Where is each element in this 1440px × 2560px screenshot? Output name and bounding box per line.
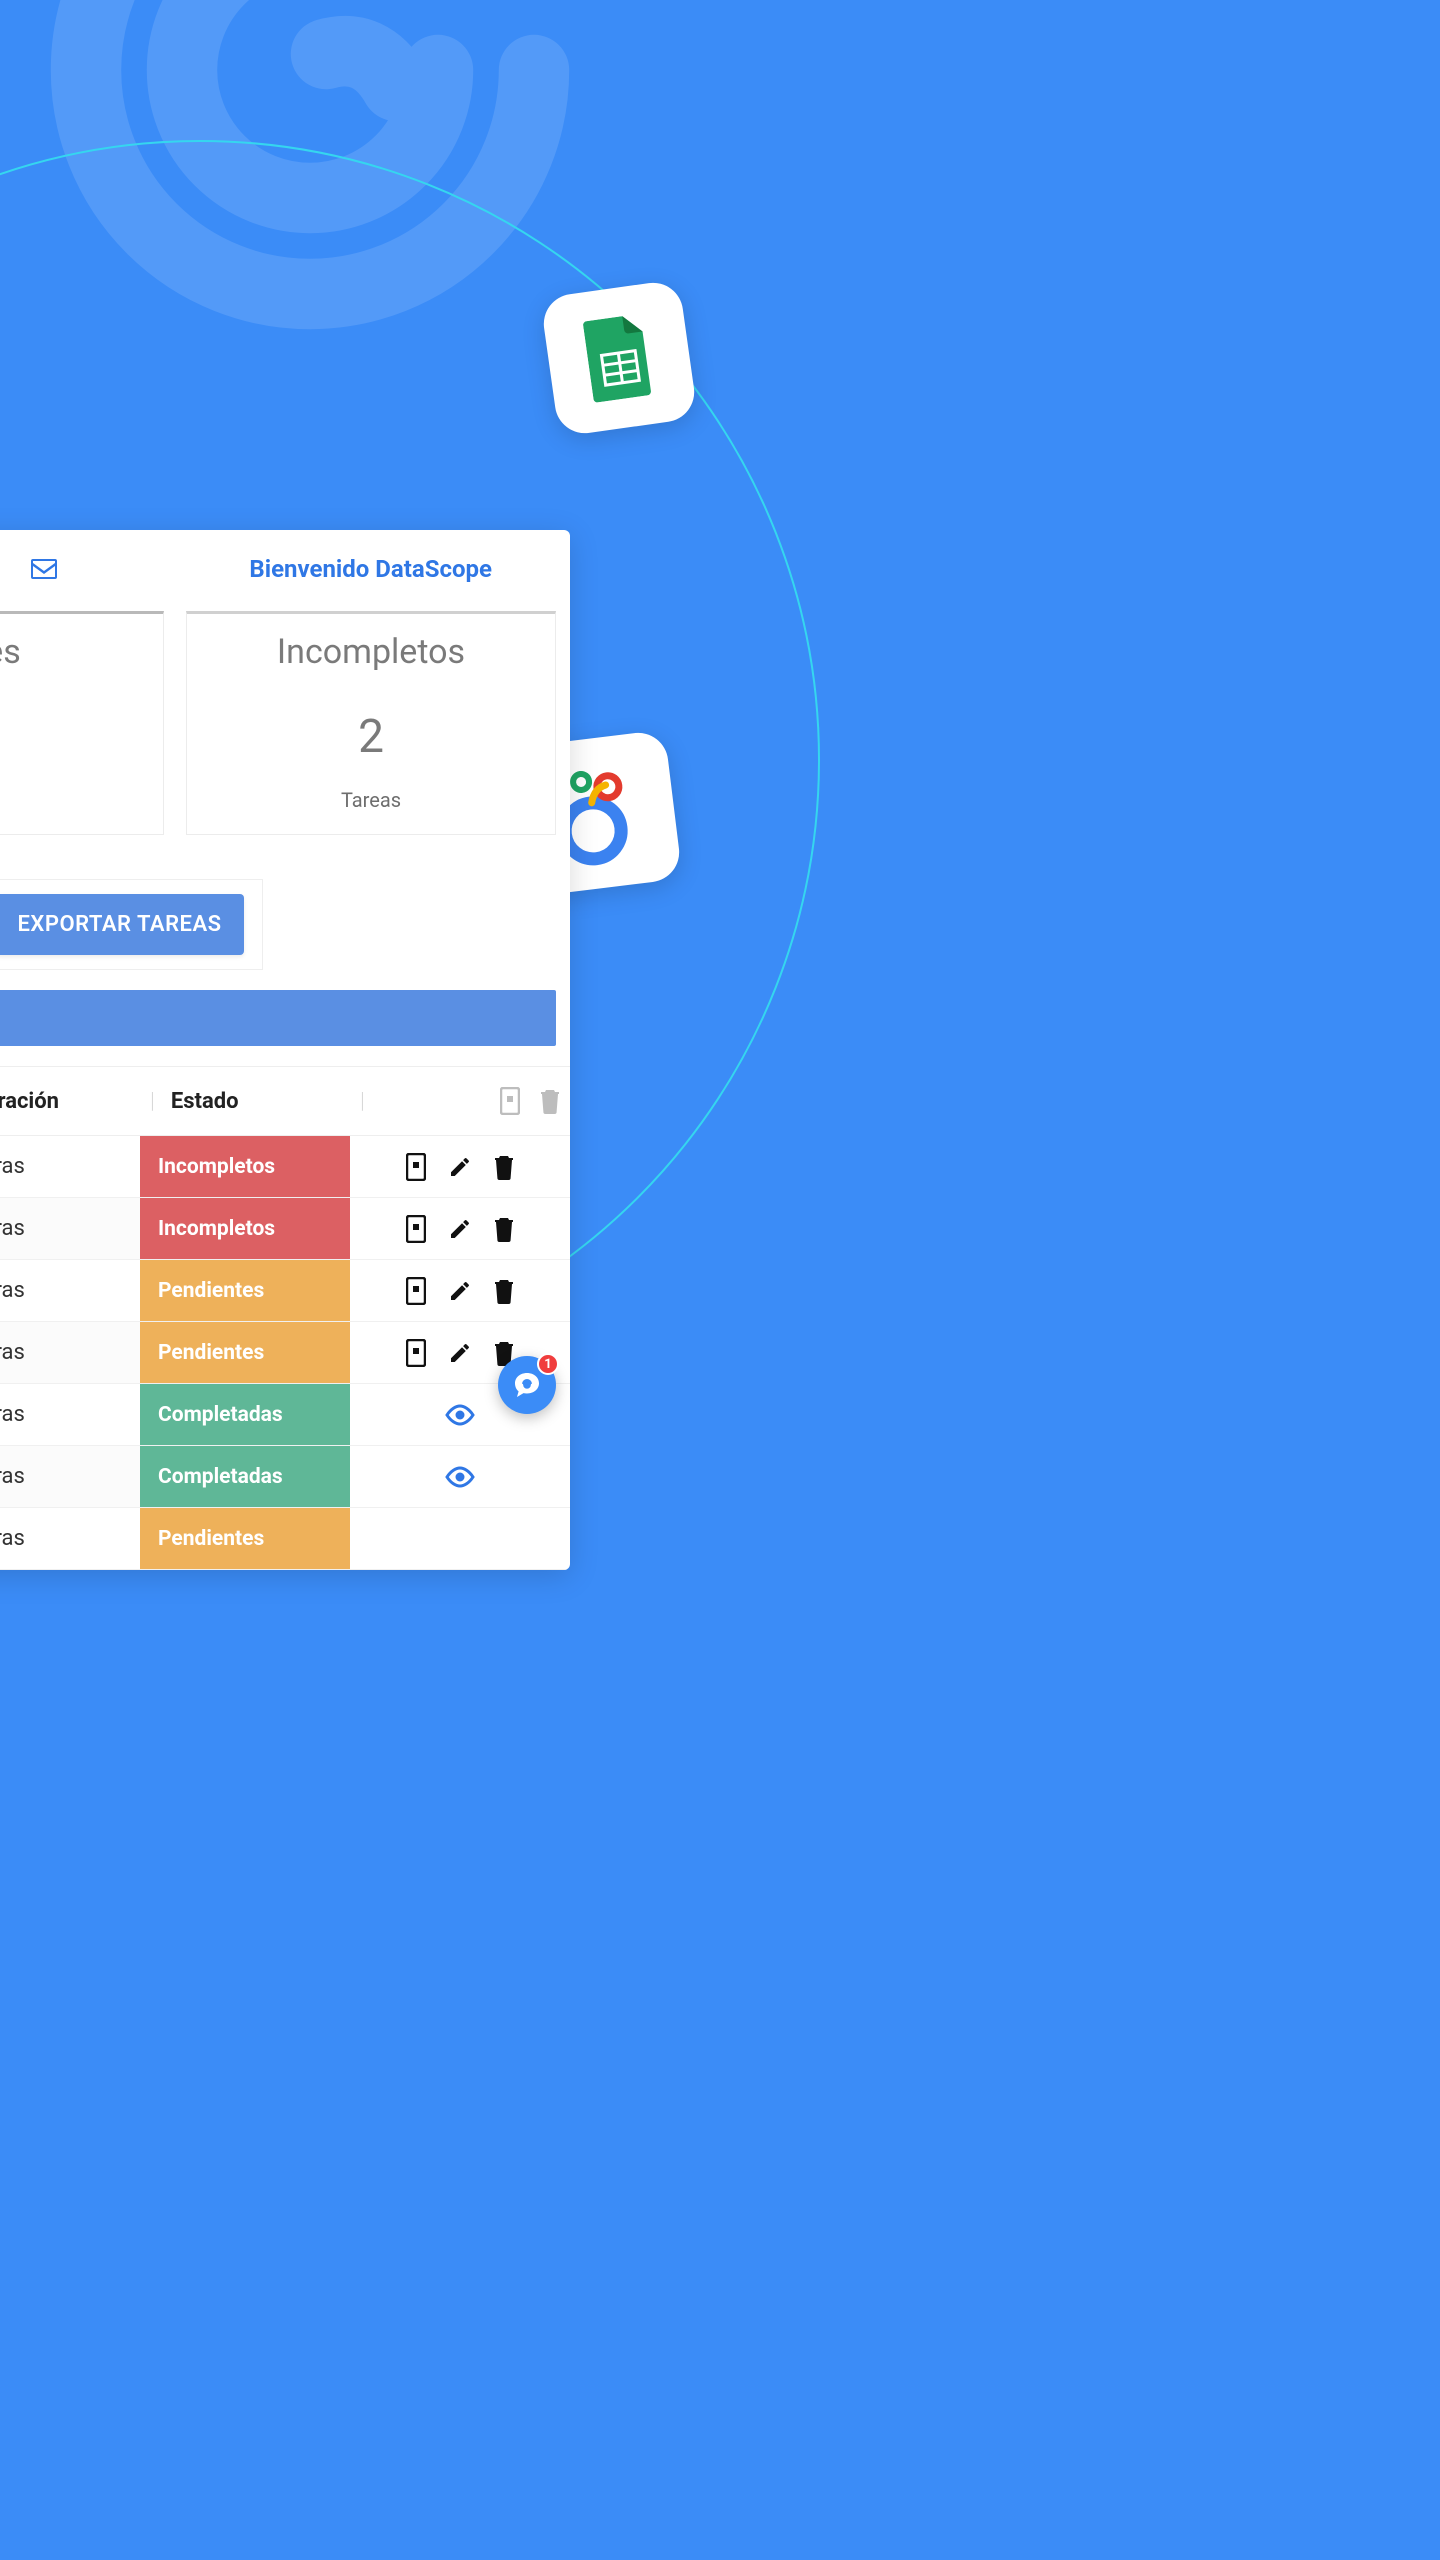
cell-status: Incompletos (140, 1136, 350, 1197)
card-incomplete-title: Incompletos (197, 632, 545, 672)
table-row: 4 horas Pendientes (0, 1260, 570, 1322)
device-icon[interactable] (406, 1215, 426, 1243)
table-header: |Duración |Estado | (0, 1067, 570, 1136)
google-sheets-icon (540, 279, 698, 437)
cell-duration: 4 horas (0, 1136, 140, 1197)
cell-duration: 5 horas (0, 1508, 140, 1569)
device-icon (500, 1087, 520, 1115)
device-icon[interactable] (406, 1339, 426, 1367)
trash-icon[interactable] (494, 1154, 514, 1180)
card-incomplete-value: 2 (197, 710, 545, 764)
cell-duration: 4 horas (0, 1384, 140, 1445)
card-incomplete: Incompletos 2 Tareas (186, 611, 556, 835)
card-pending: entes as (0, 611, 164, 835)
panel-topbar: esitas Ayuda? Bienvenido DataScope (0, 530, 570, 611)
view-icon[interactable] (445, 1466, 475, 1488)
edit-icon[interactable] (448, 1341, 472, 1365)
export-tasks-button[interactable]: EXPORTAR TAREAS (0, 894, 244, 955)
col-status: Estado (171, 1089, 239, 1114)
cell-duration: 1 horas (0, 1198, 140, 1259)
cell-status: Completadas (140, 1384, 350, 1445)
tasks-table: |Duración |Estado | 4 horas Incompletos … (0, 1066, 570, 1570)
table-row: 1 horas Incompletos (0, 1198, 570, 1260)
cell-status: Pendientes (140, 1260, 350, 1321)
device-icon[interactable] (406, 1277, 426, 1305)
trash-icon[interactable] (494, 1278, 514, 1304)
table-toolbar[interactable] (0, 990, 556, 1046)
mail-icon[interactable] (31, 559, 57, 579)
dashboard-panel: esitas Ayuda? Bienvenido DataScope entes… (0, 530, 570, 1570)
chat-badge: 1 (537, 1353, 559, 1375)
table-row: 4 horas Completadas (0, 1446, 570, 1508)
card-incomplete-sub: Tareas (197, 788, 545, 812)
card-pending-value (0, 710, 153, 764)
edit-icon[interactable] (448, 1217, 472, 1241)
cell-actions (350, 1260, 570, 1321)
trash-icon[interactable] (494, 1216, 514, 1242)
cell-duration: 4 horas (0, 1446, 140, 1507)
edit-icon[interactable] (448, 1279, 472, 1303)
col-duration: Duración (0, 1089, 59, 1114)
view-icon[interactable] (445, 1404, 475, 1426)
table-row: 5 horas Pendientes (0, 1508, 570, 1570)
cell-duration: 1 horas (0, 1322, 140, 1383)
trash-icon (540, 1088, 560, 1114)
table-row: 4 horas Completadas (0, 1384, 570, 1446)
cell-status: Pendientes (140, 1322, 350, 1383)
background-swirl (0, 0, 630, 390)
device-icon[interactable] (406, 1153, 426, 1181)
table-row: 4 horas Incompletos (0, 1136, 570, 1198)
chat-fab[interactable]: 1 (498, 1356, 556, 1414)
actions-row: RTAR TAREA EXPORTAR TAREAS (0, 849, 570, 980)
cell-status: Completadas (140, 1446, 350, 1507)
summary-cards: entes as Incompletos 2 Tareas (0, 611, 570, 849)
cell-actions (350, 1508, 570, 1569)
cell-status: Pendientes (140, 1508, 350, 1569)
cell-actions (350, 1446, 570, 1507)
cell-status: Incompletos (140, 1198, 350, 1259)
card-pending-title: entes (0, 632, 153, 672)
cell-duration: 4 horas (0, 1260, 140, 1321)
welcome-text: Bienvenido DataScope (249, 555, 492, 583)
card-pending-sub: as (0, 788, 153, 812)
table-row: 1 horas Pendientes (0, 1322, 570, 1384)
cell-actions (350, 1136, 570, 1197)
edit-icon[interactable] (448, 1155, 472, 1179)
cell-actions (350, 1198, 570, 1259)
